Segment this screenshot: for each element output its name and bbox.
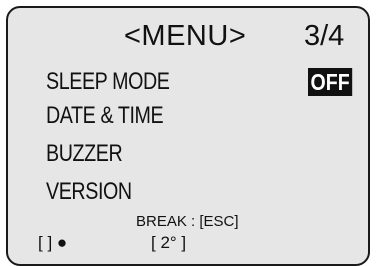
status-indicator-left: [ ] ● — [38, 233, 68, 252]
menu-item-version[interactable]: VERSION — [46, 178, 132, 206]
status-indicator-right: [ 2° ] — [151, 233, 187, 252]
break-hint: BREAK : [ESC] — [136, 213, 239, 230]
lcd-screen: <MENU> 3/4 SLEEP MODE OFF DATE & TIME BU… — [6, 6, 370, 266]
page-indicator: 3/4 — [304, 20, 345, 52]
menu-item-buzzer[interactable]: BUZZER — [46, 140, 123, 168]
menu-item-date-time[interactable]: DATE & TIME — [46, 102, 164, 130]
menu-title: <MENU> — [124, 20, 247, 52]
menu-item-sleep-mode[interactable]: SLEEP MODE — [46, 68, 170, 96]
sleep-mode-value[interactable]: OFF — [308, 68, 353, 96]
